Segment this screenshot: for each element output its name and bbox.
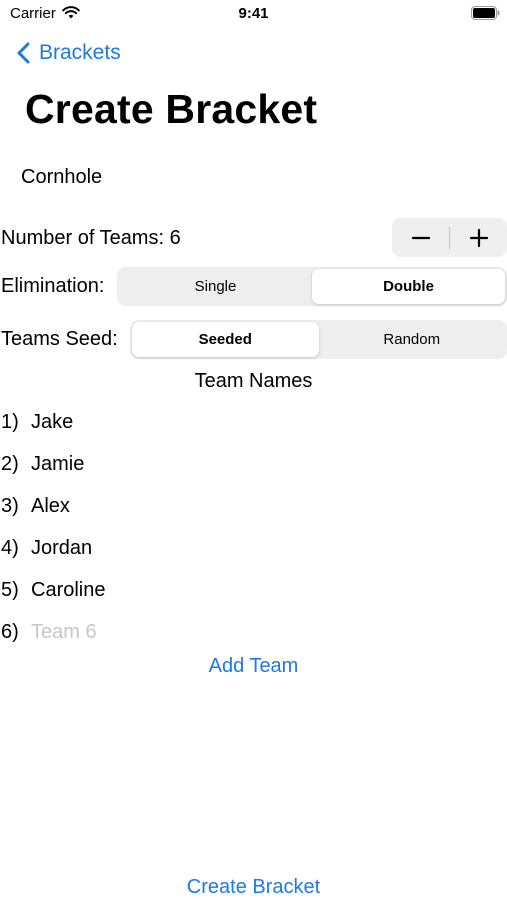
chevron-left-icon (17, 42, 30, 64)
team-number: 3) (1, 494, 19, 517)
battery-icon (471, 6, 500, 20)
team-name-input[interactable] (31, 452, 331, 476)
elimination-option-single[interactable]: Single (119, 269, 312, 304)
back-button[interactable]: Brackets (16, 38, 121, 68)
elimination-option-double[interactable]: Double (312, 269, 505, 304)
team-number: 1) (1, 410, 19, 433)
team-number: 2) (1, 452, 19, 475)
team-number: 4) (1, 536, 19, 559)
page-title: Create Bracket (25, 86, 318, 132)
seed-option-random[interactable]: Random (319, 322, 506, 357)
team-name-input[interactable] (31, 494, 331, 518)
status-time: 9:41 (238, 5, 269, 22)
team-row: 5) (1, 575, 331, 605)
plus-icon (469, 228, 488, 247)
elimination-label: Elimination: (1, 275, 105, 297)
minus-icon (411, 236, 430, 239)
seed-segmented-control: Seeded Random (130, 320, 507, 359)
create-bracket-button[interactable]: Create Bracket (0, 876, 507, 899)
team-name-input[interactable] (31, 410, 331, 434)
team-number: 6) (1, 620, 19, 643)
team-row: 3) (1, 491, 331, 521)
add-team-button[interactable]: Add Team (0, 655, 507, 678)
team-name-input[interactable] (31, 578, 331, 602)
increment-button[interactable] (450, 218, 507, 257)
team-names-title: Team Names (194, 370, 313, 392)
team-name-input[interactable] (31, 536, 331, 560)
game-name: Cornhole (21, 166, 103, 188)
elimination-segmented-control: Single Double (117, 267, 507, 306)
seed-option-seeded[interactable]: Seeded (132, 322, 319, 357)
team-row: 6) (1, 617, 331, 647)
back-button-label: Brackets (39, 41, 121, 64)
team-number: 5) (1, 578, 19, 601)
decrement-button[interactable] (392, 218, 449, 257)
seed-label: Teams Seed: (1, 328, 118, 350)
teams-stepper (392, 218, 507, 257)
team-name-input[interactable] (31, 620, 331, 644)
team-row: 2) (1, 449, 331, 479)
team-row: 4) (1, 533, 331, 563)
teams-count-label: Number of Teams: 6 (1, 227, 181, 249)
team-row: 1) (1, 407, 331, 437)
